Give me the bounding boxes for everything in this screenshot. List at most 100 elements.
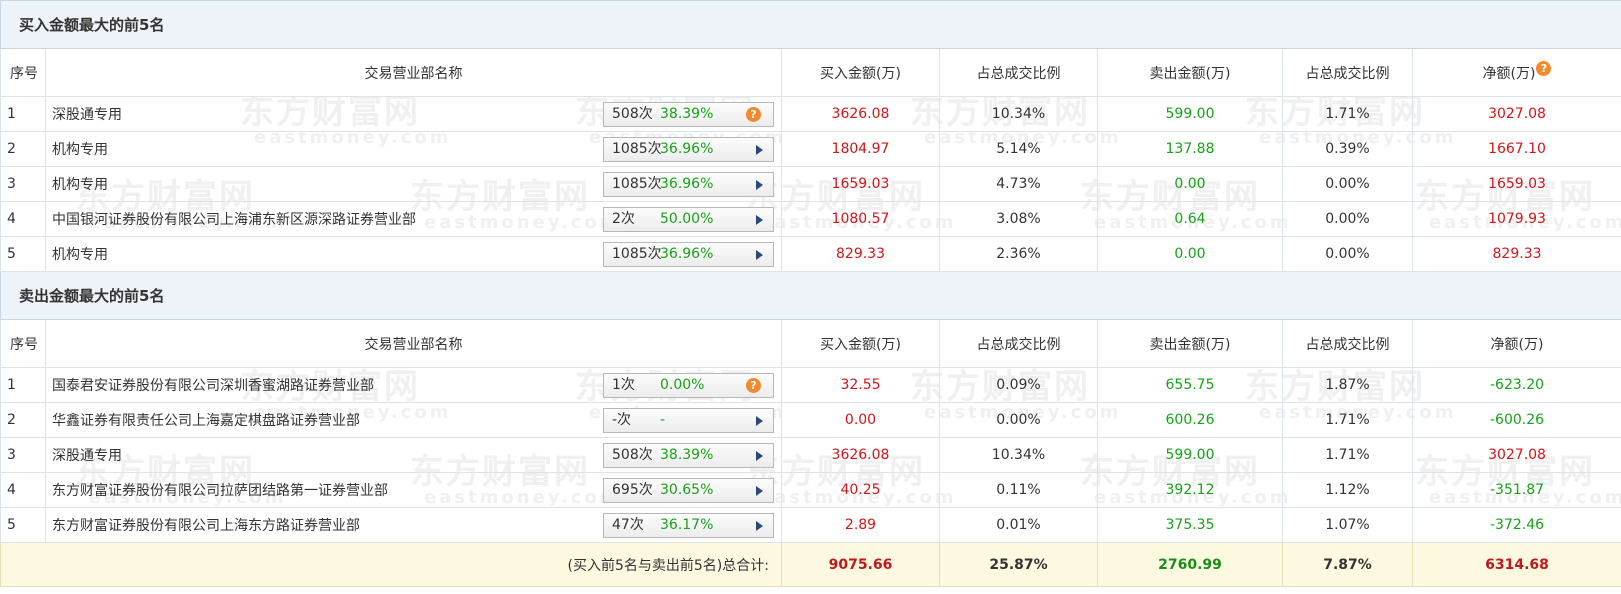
play-arrow-icon[interactable] — [756, 416, 763, 426]
seat-stat-button[interactable]: 508次 38.39% — [603, 443, 774, 468]
header-sell-ratio: 占总成交比例 — [1282, 48, 1413, 97]
seat-stat-button[interactable]: 47次 36.17% — [603, 513, 774, 538]
buy-ratio: 0.01% — [939, 507, 1098, 543]
seat-name-link[interactable]: 机构专用 — [52, 244, 108, 264]
seat-stat-button[interactable]: 1085次36.96% — [603, 137, 774, 162]
header-buy-amount: 买入金额(万) — [781, 319, 940, 368]
seat-stat-button[interactable]: 1085次36.96% — [603, 172, 774, 197]
seat-stat-button[interactable]: 1085次36.96% — [603, 242, 774, 267]
seat-name-cell: 华鑫证券有限责任公司上海嘉定棋盘路证券营业部 -次 - — [45, 402, 782, 438]
seat-name-cell: 机构专用 1085次36.96% — [45, 166, 782, 202]
header-seat-name-label: 交易营业部名称 — [364, 65, 463, 82]
seat-stat-button[interactable]: 695次 30.65% — [603, 478, 774, 503]
row-index: 3 — [0, 166, 46, 202]
seat-stat-button[interactable]: -次 - — [603, 408, 774, 433]
section-title-row: 买入金额最大的前5名 — [0, 0, 1621, 49]
net-amount: 829.33 — [1411, 236, 1621, 272]
seat-trade-count: -次 — [612, 412, 632, 428]
sell-amount: 137.88 — [1097, 131, 1283, 167]
header-sell-ratio-label: 占总成交比例 — [1305, 65, 1390, 82]
table-row: 3 机构专用 1085次36.96% 1659.03 4.73% 0.00 0.00% 165… — [0, 166, 1621, 202]
header-sell-amount-label: 卖出金额(万) — [1149, 65, 1231, 82]
header-sell-amount-label: 卖出金额(万) — [1149, 336, 1231, 353]
table-row: 1 国泰君安证券股份有限公司深圳香蜜湖路证券营业部 1次 0.00%? 32.55 0.0… — [0, 367, 1621, 403]
row-index: 4 — [0, 472, 46, 508]
buy-amount: 1080.57 — [781, 201, 940, 237]
seat-trade-count: 1085次 — [612, 141, 662, 157]
header-net: 净额(万)? — [1411, 48, 1621, 97]
dragon-tiger-table: 买入金额最大的前5名 序号 交易营业部名称 买入金额(万) 占总成交比例 卖出金额(万) 占… — [0, 0, 1621, 587]
sell-ratio: 0.39% — [1282, 131, 1413, 167]
seat-name-cell: 国泰君安证券股份有限公司深圳香蜜湖路证券营业部 1次 0.00%? — [45, 367, 782, 403]
sell-ratio: 1.71% — [1282, 402, 1413, 438]
buy-ratio: 0.11% — [939, 472, 1098, 508]
seat-stat-button[interactable]: 508次 38.39%? — [603, 102, 774, 127]
sell-ratio: 0.00% — [1282, 166, 1413, 202]
seat-stat-button[interactable]: 1次 0.00%? — [603, 373, 774, 398]
row-index: 2 — [0, 131, 46, 167]
question-circle-icon[interactable]: ? — [1536, 60, 1552, 76]
header-buy-amount-label: 买入金额(万) — [820, 336, 901, 353]
table-row: 5 东方财富证券股份有限公司上海东方路证券营业部 47次 36.17% 2.89 0.01… — [0, 507, 1621, 543]
header-sell-ratio-label: 占总成交比例 — [1305, 336, 1390, 353]
header-sell-amount: 卖出金额(万) — [1097, 48, 1283, 97]
seat-name-cell: 深股通专用 508次 38.39% — [45, 437, 782, 473]
play-arrow-icon[interactable] — [756, 145, 763, 155]
play-arrow-icon[interactable] — [756, 215, 763, 225]
sell-ratio: 1.12% — [1282, 472, 1413, 508]
buy-ratio: 4.73% — [939, 166, 1098, 202]
seat-name-link[interactable]: 机构专用 — [52, 174, 108, 194]
total-buy-ratio: 25.87% — [939, 542, 1098, 587]
play-arrow-icon[interactable] — [756, 250, 763, 260]
seat-trade-count: 508次 — [612, 106, 653, 122]
question-circle-icon[interactable]: ? — [746, 378, 761, 393]
seat-name-link[interactable]: 华鑫证券有限责任公司上海嘉定棋盘路证券营业部 — [52, 410, 360, 430]
sell-amount: 0.00 — [1097, 166, 1283, 202]
seat-name-link[interactable]: 深股通专用 — [52, 445, 122, 465]
header-row: 序号 交易营业部名称 买入金额(万) 占总成交比例 卖出金额(万) 占总成交比例 净额(万) — [0, 319, 1621, 368]
sell-amount: 375.35 — [1097, 507, 1283, 543]
play-arrow-icon[interactable] — [756, 180, 763, 190]
buy-amount: 829.33 — [781, 236, 940, 272]
header-buy-ratio: 占总成交比例 — [939, 319, 1098, 368]
seat-trade-count: 2次 — [612, 211, 635, 227]
seat-stat-button[interactable]: 2次 50.00% — [603, 207, 774, 232]
row-index: 2 — [0, 402, 46, 438]
seat-win-rate: 0.00% — [660, 377, 705, 393]
play-arrow-icon[interactable] — [756, 451, 763, 461]
buy-amount: 0.00 — [781, 402, 940, 438]
buy-amount: 3626.08 — [781, 96, 940, 132]
seat-name-cell: 机构专用 1085次36.96% — [45, 236, 782, 272]
net-amount: 3027.08 — [1411, 437, 1621, 473]
seat-name-link[interactable]: 东方财富证券股份有限公司上海东方路证券营业部 — [52, 515, 360, 535]
sell-ratio: 0.00% — [1282, 201, 1413, 237]
buy-ratio: 2.36% — [939, 236, 1098, 272]
table-row: 1 深股通专用 508次 38.39%? 3626.08 10.34% 599.00 1.71… — [0, 96, 1621, 132]
seat-name-link[interactable]: 东方财富证券股份有限公司拉萨团结路第一证券营业部 — [52, 480, 388, 500]
header-buy-amount-label: 买入金额(万) — [820, 65, 901, 82]
header-index: 序号 — [0, 48, 46, 97]
net-amount: -623.20 — [1411, 367, 1621, 403]
question-circle-icon[interactable]: ? — [746, 107, 761, 122]
seat-win-rate: 50.00% — [660, 211, 714, 227]
seat-trade-count: 508次 — [612, 447, 653, 463]
buy-amount: 32.55 — [781, 367, 940, 403]
header-seat-name-label: 交易营业部名称 — [364, 336, 463, 353]
row-index: 1 — [0, 96, 46, 132]
seat-win-rate: 38.39% — [660, 447, 714, 463]
net-amount: 1667.10 — [1411, 131, 1621, 167]
seat-name-link[interactable]: 机构专用 — [52, 139, 108, 159]
play-arrow-icon[interactable] — [756, 521, 763, 531]
seat-name-link[interactable]: 中国银河证券股份有限公司上海浦东新区源深路证券营业部 — [52, 209, 416, 229]
section-title: 买入金额最大的前5名 — [0, 0, 1621, 49]
seat-name-cell: 东方财富证券股份有限公司拉萨团结路第一证券营业部 695次 30.65% — [45, 472, 782, 508]
seat-win-rate: - — [660, 412, 666, 428]
play-arrow-icon[interactable] — [756, 486, 763, 496]
seat-name-link[interactable]: 国泰君安证券股份有限公司深圳香蜜湖路证券营业部 — [52, 375, 374, 395]
seat-name-link[interactable]: 深股通专用 — [52, 104, 122, 124]
buy-ratio: 5.14% — [939, 131, 1098, 167]
header-net-label: 净额(万) — [1482, 65, 1536, 82]
table-row: 3 深股通专用 508次 38.39% 3626.08 10.34% 599.00 1.71%… — [0, 437, 1621, 473]
table-row: 5 机构专用 1085次36.96% 829.33 2.36% 0.00 0.00% 829.… — [0, 236, 1621, 272]
header-buy-amount: 买入金额(万) — [781, 48, 940, 97]
